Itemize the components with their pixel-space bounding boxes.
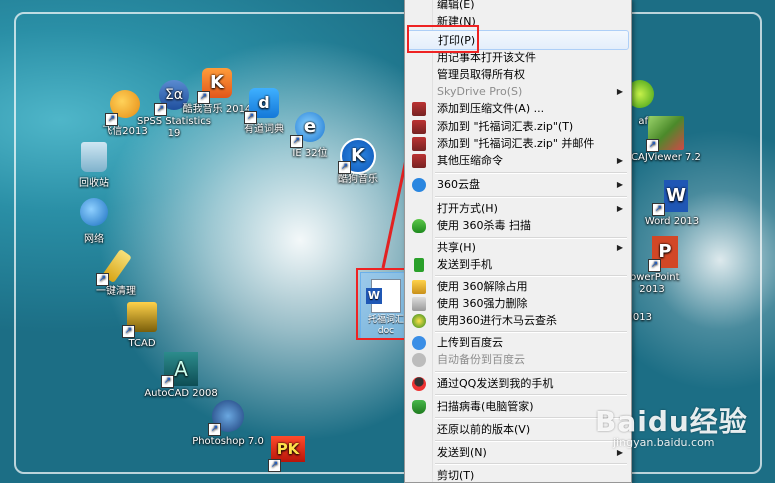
menu-separator [435, 371, 627, 373]
desktop: 回收站 网络 ↗ 飞信2013 Σα ↗ SPSS Statistics 19 K… [0, 0, 775, 483]
winrar-icon [412, 102, 426, 116]
winrar-icon [412, 154, 426, 168]
shredder-icon [412, 297, 426, 311]
print-highlight-box [407, 25, 479, 53]
qq-icon [412, 377, 426, 391]
menu-item-360-cloud[interactable]: 360云盘 ▶ [407, 175, 629, 195]
winrar-icon [412, 137, 426, 151]
menu-item-qq-send[interactable]: 通过QQ发送到我的手机 [407, 374, 629, 394]
menu-separator [435, 463, 627, 465]
submenu-arrow-icon: ▶ [616, 180, 623, 189]
trojan-scan-icon [412, 314, 426, 328]
baidu-cloud-icon [412, 336, 426, 350]
menu-separator [435, 394, 627, 396]
menu-item-360-trojan-scan[interactable]: 使用360进行木马云查杀 [407, 311, 629, 331]
menu-item-other-compress[interactable]: 其他压缩命令 ▶ [407, 151, 629, 171]
cloud-icon [412, 178, 426, 192]
menu-item-add-to-archive[interactable]: 添加到压缩文件(A) ... [407, 99, 629, 119]
watermark-brand: Baidu经验 [595, 405, 748, 438]
phone-icon [414, 258, 424, 272]
menu-separator [435, 172, 627, 174]
menu-separator [435, 196, 627, 198]
shield-icon [412, 219, 426, 233]
menu-item-auto-backup-baidu[interactable]: 自动备份到百度云 [407, 350, 629, 370]
unlock-icon [412, 280, 426, 294]
shield-icon [412, 400, 426, 414]
menu-item-360-scan[interactable]: 使用 360杀毒 扫描 [407, 216, 629, 236]
submenu-arrow-icon: ▶ [616, 156, 623, 165]
menu-item-cut[interactable]: 剪切(T) [407, 466, 629, 482]
menu-item-send-to-phone[interactable]: 发送到手机 [407, 255, 629, 275]
backup-icon [412, 353, 426, 367]
winrar-icon [412, 120, 426, 134]
baidu-watermark: Baidu经验 jingyan.baidu.com [595, 400, 748, 449]
